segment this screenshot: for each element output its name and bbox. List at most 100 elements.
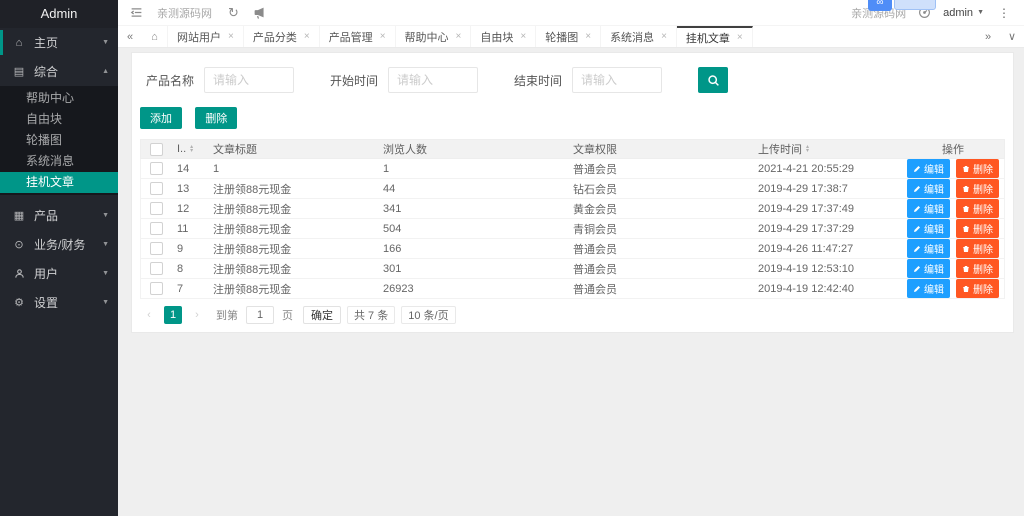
chevron-up-icon: ▲ [102,68,109,75]
sidebar-item-home[interactable]: ⌂ 主页 ▼ [0,28,118,57]
col-header-id[interactable]: I.. ▴▾ [171,140,207,158]
col-header-time[interactable]: 上传时间 ▴▾ [752,140,902,158]
end-time-input[interactable] [572,67,662,93]
tab-item[interactable]: 系统消息 × [601,26,677,47]
row-checkbox[interactable] [150,262,163,275]
row-checkbox[interactable] [150,162,163,175]
add-button[interactable]: 添加 [140,107,182,129]
close-icon[interactable]: × [456,31,462,42]
cell-id: 14 [171,159,207,178]
close-icon[interactable]: × [380,31,386,42]
tab-label: 帮助中心 [405,29,449,45]
tab-item-active[interactable]: 挂机文章 × [677,26,753,47]
delete-button[interactable]: 删除 [956,279,999,298]
sidebar-item-products[interactable]: ▦ 产品 ▼ [0,201,118,230]
goto-confirm-button[interactable]: 确定 [303,306,341,324]
collapse-sidebar-icon[interactable] [130,6,143,19]
end-time-field: 结束时间 [514,67,662,93]
search-button[interactable] [698,67,728,93]
edit-button[interactable]: 编辑 [907,239,950,258]
tabs-list: 网站用户 × 产品分类 × 产品管理 × 帮助中心 × 自由块 × [168,26,976,47]
app-root: Admin ⌂ 主页 ▼ ▤ 综合 ▲ 帮助中心 自由块 轮播图 系统消息 挂机… [0,0,1024,516]
tabs-scroll-left-icon[interactable]: « [118,26,142,47]
sidebar-subitem-carousel[interactable]: 轮播图 [0,130,118,151]
close-icon[interactable]: × [661,31,667,42]
edit-button[interactable]: 编辑 [907,199,950,218]
goto-page-input[interactable] [246,306,274,324]
tab-item[interactable]: 产品分类 × [244,26,320,47]
page-content: 产品名称 开始时间 结束时间 [118,48,1024,516]
delete-button[interactable]: 删除 [956,159,999,178]
row-checkbox[interactable] [150,242,163,255]
col-header-permission: 文章权限 [567,140,752,158]
select-all-checkbox[interactable] [150,143,163,156]
tab-label: 挂机文章 [686,30,730,46]
sidebar-item-users[interactable]: 用户 ▼ [0,259,118,288]
edit-button[interactable]: 编辑 [907,179,950,198]
sort-icon[interactable]: ▴▾ [190,145,193,153]
sidebar-subitem-idle-articles[interactable]: 挂机文章 [0,172,118,193]
sidebar-subitem-help-center[interactable]: 帮助中心 [0,88,118,109]
edit-button[interactable]: 编辑 [907,159,950,178]
per-page-select[interactable]: 10 条/页 [401,306,455,324]
close-icon[interactable]: × [520,31,526,42]
cell-time: 2019-4-19 12:53:10 [752,259,902,278]
chevron-down-icon: ▼ [102,241,109,248]
sidebar-item-settings[interactable]: ⚙ 设置 ▼ [0,288,118,317]
tabs-controls: » ∨ [976,26,1024,47]
tab-label: 系统消息 [610,29,654,45]
cell-id: 9 [171,239,207,258]
edit-button[interactable]: 编辑 [907,219,950,238]
delete-button[interactable]: 删除 [956,219,999,238]
edit-button[interactable]: 编辑 [907,259,950,278]
cell-views: 26923 [377,279,567,298]
delete-button[interactable]: 删除 [956,179,999,198]
announcement-horn-icon[interactable] [253,6,266,19]
product-name-input[interactable] [204,67,294,93]
page-prev-icon[interactable]: ‹ [140,306,158,324]
total-count-label: 共 7 条 [347,306,395,324]
tabs-scroll-right-icon[interactable]: » [976,26,1000,47]
sort-icon[interactable]: ▴▾ [806,145,809,153]
browser-extension-popup[interactable]: ∞ [868,0,936,11]
close-icon[interactable]: × [585,31,591,42]
tab-item[interactable]: 自由块 × [471,26,536,47]
close-icon[interactable]: × [228,31,234,42]
delete-button[interactable]: 删除 [956,239,999,258]
pagination: ‹ 1 › 到第 页 确定 共 7 条 10 条/页 [140,299,1005,324]
sidebar-item-finance[interactable]: ⊙ 业务/财务 ▼ [0,230,118,259]
tab-item[interactable]: 网站用户 × [168,26,244,47]
delete-selected-button[interactable]: 删除 [195,107,237,129]
close-icon[interactable]: × [737,32,743,43]
row-checkbox[interactable] [150,282,163,295]
table-row: 12 注册领88元现金 341 黄金会员 2019-4-29 17:37:49 … [140,199,1005,219]
row-checkbox[interactable] [150,222,163,235]
refresh-icon[interactable]: ↻ [228,5,239,21]
tabs-dropdown-icon[interactable]: ∨ [1000,26,1024,47]
chevron-down-icon: ▼ [977,9,984,16]
cell-title: 注册领88元现金 [207,179,377,198]
extension-link-icon[interactable]: ∞ [868,0,892,11]
close-icon[interactable]: × [304,31,310,42]
sidebar-subitem-free-block[interactable]: 自由块 [0,109,118,130]
delete-button[interactable]: 删除 [956,199,999,218]
home-tab-icon[interactable]: ⌂ [142,26,168,47]
start-time-input[interactable] [388,67,478,93]
page-unit-label: 页 [282,307,293,323]
delete-button[interactable]: 删除 [956,259,999,278]
tab-item[interactable]: 帮助中心 × [396,26,472,47]
edit-button[interactable]: 编辑 [907,279,950,298]
sidebar-subitem-system-messages[interactable]: 系统消息 [0,151,118,172]
more-menu-icon[interactable]: ⋮ [994,6,1014,20]
tab-item[interactable]: 轮播图 × [536,26,601,47]
page-number-current[interactable]: 1 [164,306,182,324]
extension-field[interactable] [894,0,936,10]
row-checkbox[interactable] [150,202,163,215]
page-next-icon[interactable]: › [188,306,206,324]
cell-id: 12 [171,199,207,218]
tab-item[interactable]: 产品管理 × [320,26,396,47]
row-checkbox[interactable] [150,182,163,195]
sidebar-item-general[interactable]: ▤ 综合 ▲ [0,57,118,86]
user-menu[interactable]: admin ▼ [943,7,984,19]
chevron-down-icon: ▼ [102,39,109,46]
